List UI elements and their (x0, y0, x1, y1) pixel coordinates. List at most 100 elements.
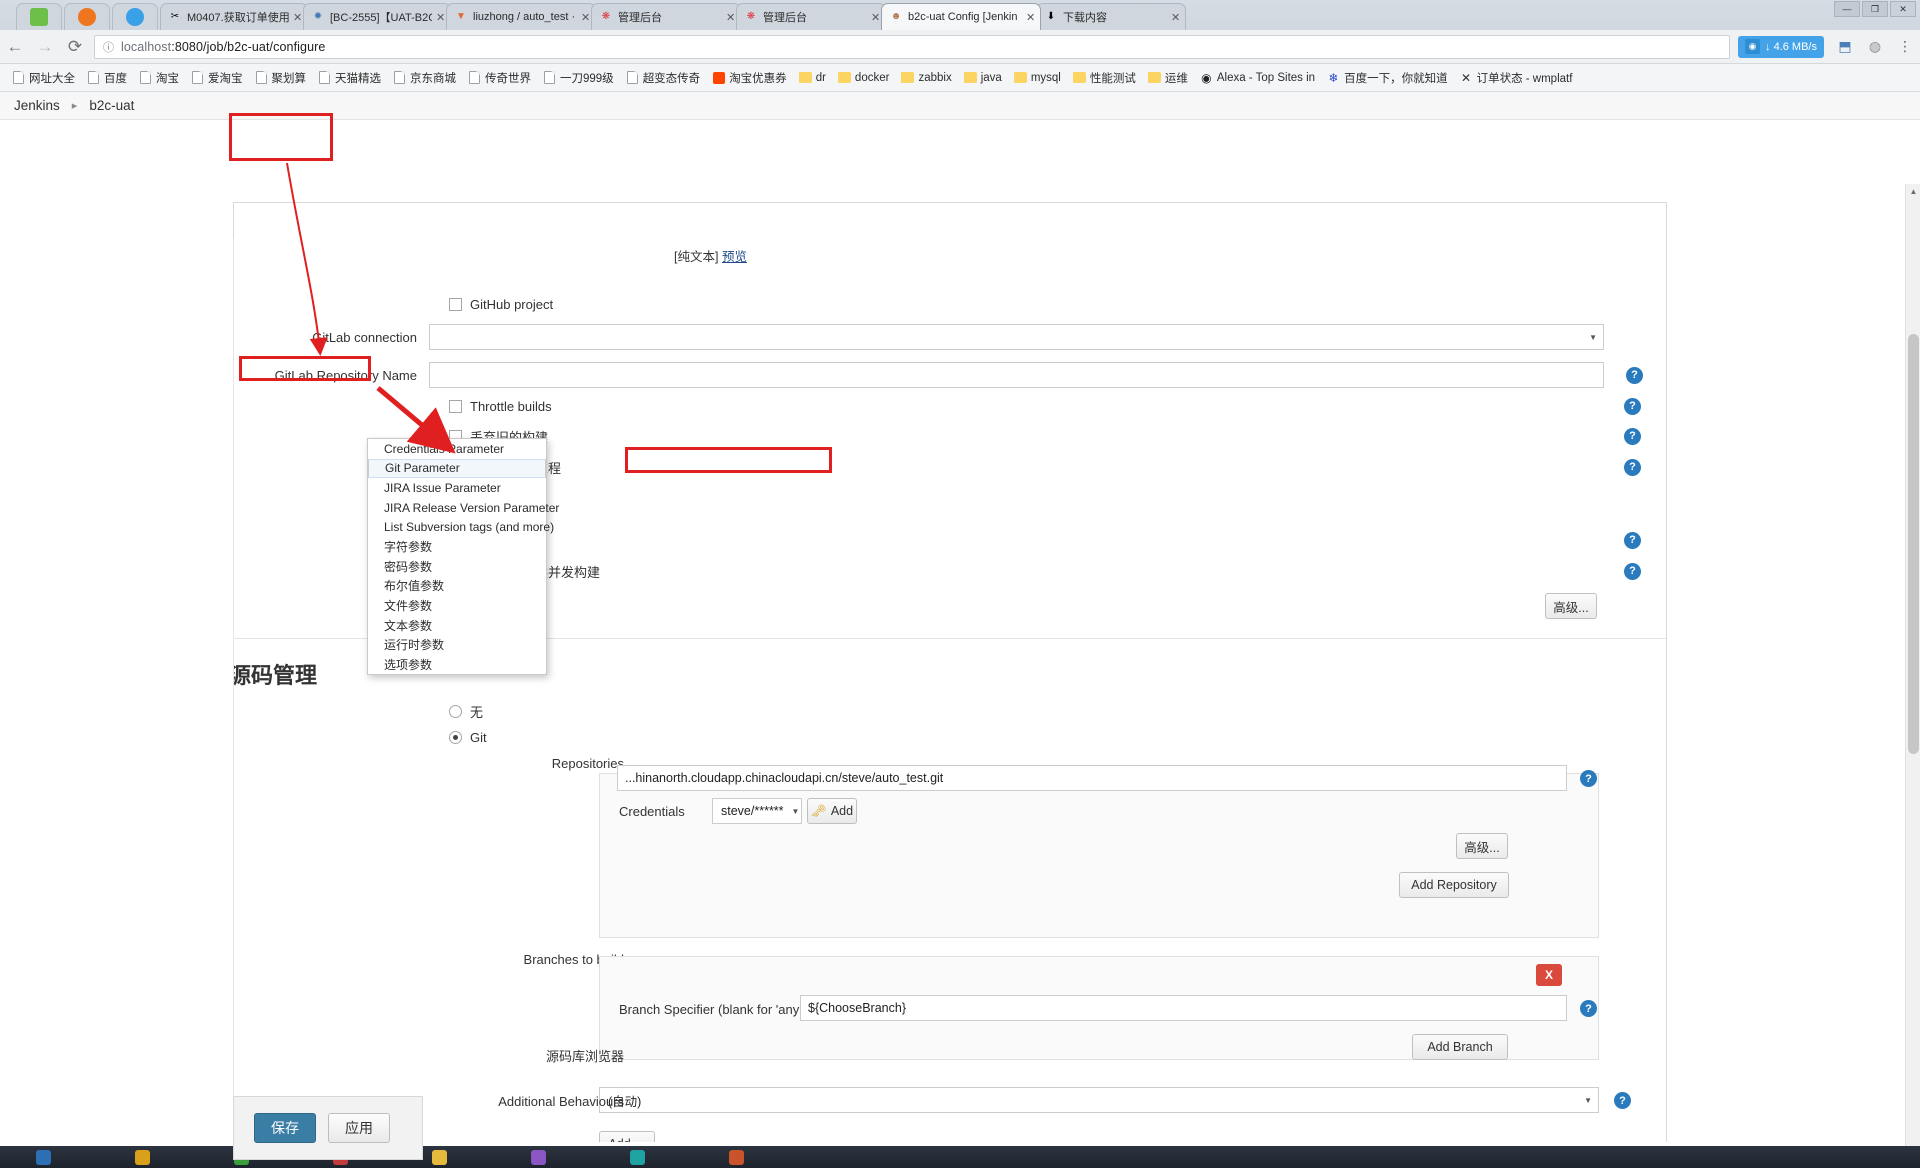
quick-tab-3[interactable] (112, 3, 158, 30)
browser-tab[interactable]: ⬇ 下载内容 ✕ (1036, 3, 1186, 30)
menu-icon[interactable]: ⋮ (1890, 32, 1920, 62)
menu-item-run-parameter[interactable]: 运行时参数 (368, 635, 546, 655)
help-icon[interactable]: ? (1580, 770, 1597, 787)
close-icon[interactable]: ✕ (871, 11, 881, 24)
bookmark-item[interactable]: mysql (1008, 67, 1067, 89)
menu-item-jira-release-version-parameter[interactable]: JIRA Release Version Parameter (368, 498, 559, 518)
repo-url-input[interactable]: ...hinanorth.cloudapp.chinacloudapi.cn/s… (617, 765, 1567, 791)
preview-link[interactable]: 预览 (722, 250, 747, 264)
menu-item-file-parameter[interactable]: 文件参数 (368, 596, 546, 616)
breadcrumb-jenkins[interactable]: Jenkins (14, 98, 60, 113)
download-speed-badge[interactable]: ◉ ↓ 4.6 MB/s (1738, 35, 1824, 58)
credentials-select[interactable]: steve/****** ▼ (712, 798, 802, 824)
branch-specifier-input[interactable]: ${ChooseBranch} (800, 995, 1567, 1021)
bookmark-item[interactable]: 网址大全 (6, 67, 81, 89)
help-icon[interactable]: ? (1624, 562, 1641, 580)
browser-tab[interactable]: ✹ [BC-2555]【UAT-B2C- ✕ (303, 3, 451, 30)
scm-none-radio-row[interactable]: 无 (449, 702, 483, 721)
vertical-scrollbar[interactable]: ▲ ▼ (1905, 184, 1920, 1168)
browser-tab-active[interactable]: ☻ b2c-uat Config [Jenkin ✕ (881, 3, 1041, 30)
menu-item-git-parameter[interactable]: Git Parameter (368, 458, 546, 479)
maximize-button[interactable]: ❐ (1862, 1, 1888, 17)
add-repository-button[interactable]: Add Repository (1399, 872, 1509, 898)
help-icon[interactable]: ? (1624, 397, 1641, 415)
close-icon[interactable]: ✕ (1026, 11, 1036, 24)
browser-tab[interactable]: ✂ M0407.获取订单使用的 ✕ (160, 3, 308, 30)
site-info-icon[interactable]: ⓘ (103, 39, 114, 55)
taskbar-icon[interactable] (531, 1149, 546, 1165)
bookmark-item[interactable]: 淘宝优惠券 (706, 67, 793, 89)
bookmark-item[interactable]: 爱淘宝 (185, 67, 249, 89)
menu-item-jira-issue-parameter[interactable]: JIRA Issue Parameter (368, 478, 546, 498)
repo-advanced-button[interactable]: 高级... (1456, 833, 1508, 859)
taskbar-icon[interactable] (630, 1149, 645, 1165)
close-icon[interactable]: ✕ (436, 11, 446, 24)
menu-item-credentials-parameter[interactable]: Credentials Parameter (368, 439, 546, 459)
breadcrumb-job[interactable]: b2c-uat (89, 98, 134, 113)
bookmark-item[interactable]: 百度 (81, 67, 133, 89)
help-icon[interactable]: ? (1624, 458, 1641, 476)
quick-tab-2[interactable] (64, 3, 110, 30)
repo-browser-select[interactable]: (自动) ▼ (599, 1087, 1599, 1113)
bookmark-item[interactable]: java (958, 67, 1008, 89)
menu-item-password-parameter[interactable]: 密码参数 (368, 557, 546, 577)
close-icon[interactable]: ✕ (581, 11, 591, 24)
bookmark-item[interactable]: 运维 (1142, 67, 1194, 89)
help-icon[interactable]: ? (1626, 366, 1643, 384)
bookmark-item[interactable]: ❄ 百度一下，你就知道 (1321, 67, 1454, 89)
bookmark-item[interactable]: 超变态传奇 (620, 67, 707, 89)
github-project-checkbox-row[interactable]: GitHub project (449, 297, 553, 312)
back-icon[interactable]: ← (0, 32, 30, 62)
gitlab-connection-select[interactable]: ▼ (429, 324, 1604, 350)
menu-item-boolean-parameter[interactable]: 布尔值参数 (368, 576, 546, 596)
bookmark-item[interactable]: zabbix (895, 67, 957, 89)
gitlab-repo-name-input[interactable] (429, 362, 1604, 388)
delete-branch-button[interactable]: X (1536, 964, 1562, 986)
save-button[interactable]: 保存 (254, 1113, 316, 1143)
add-branch-button[interactable]: Add Branch (1412, 1034, 1508, 1060)
apply-button[interactable]: 应用 (328, 1113, 390, 1143)
general-advanced-button[interactable]: 高级... (1545, 593, 1597, 619)
bookmark-item[interactable]: 性能测试 (1067, 67, 1142, 89)
close-icon[interactable]: ✕ (293, 11, 303, 24)
browser-tab[interactable]: ❋ 管理后台 ✕ (736, 3, 886, 30)
bookmark-item[interactable]: ◉ Alexa - Top Sites in (1194, 67, 1321, 89)
add-parameter-menu[interactable]: Credentials Parameter Git Parameter JIRA… (367, 438, 559, 676)
scm-none-radio[interactable] (449, 704, 462, 718)
help-icon[interactable]: ? (1614, 1092, 1631, 1109)
menu-item-text-parameter[interactable]: 文本参数 (368, 615, 546, 635)
profile-icon[interactable]: ◍ (1860, 32, 1890, 62)
scm-git-radio-row[interactable]: Git (449, 730, 487, 745)
help-icon[interactable]: ? (1624, 427, 1641, 445)
credentials-add-button[interactable]: 🗝 Add (807, 798, 857, 824)
bookmark-item[interactable]: 传奇世界 (462, 67, 537, 89)
menu-item-choice-parameter[interactable]: 选项参数 (368, 655, 546, 675)
close-icon[interactable]: ✕ (1171, 11, 1181, 24)
scroll-up-icon[interactable]: ▲ (1906, 184, 1920, 199)
taskbar-icon[interactable] (432, 1149, 447, 1165)
throttle-builds-checkbox-row[interactable]: Throttle builds (449, 399, 552, 414)
reload-icon[interactable]: ⟳ (60, 32, 90, 62)
bookmark-item[interactable]: ✕ 订单状态 - wmplatf (1454, 67, 1579, 89)
help-icon[interactable]: ? (1624, 531, 1641, 549)
taskbar-icon[interactable] (729, 1149, 744, 1165)
quick-tab-1[interactable] (16, 3, 62, 30)
github-project-checkbox[interactable] (449, 297, 462, 311)
help-icon[interactable]: ? (1580, 1000, 1597, 1017)
minimize-button[interactable]: — (1834, 1, 1860, 17)
bookmark-item[interactable]: 一刀999级 (537, 67, 620, 89)
bookmark-item[interactable]: 京东商城 (387, 67, 462, 89)
scrollbar-thumb[interactable] (1908, 334, 1919, 754)
bookmark-item[interactable]: 天猫精选 (312, 67, 387, 89)
taskbar-icon[interactable] (36, 1149, 51, 1165)
address-bar[interactable]: ⓘ localhost:8080/job/b2c-uat/configure (94, 34, 1731, 59)
throttle-builds-checkbox[interactable] (449, 399, 462, 413)
forward-icon[interactable]: → (30, 32, 60, 62)
bookmark-item[interactable]: 淘宝 (133, 67, 185, 89)
browser-tab[interactable]: ▼ liuzhong / auto_test · G ✕ (446, 3, 596, 30)
scm-git-radio[interactable] (449, 730, 462, 744)
bookmark-item[interactable]: dr (793, 67, 832, 89)
close-icon[interactable]: ✕ (726, 11, 736, 24)
additional-behaviours-add-button[interactable]: Add ▼ (599, 1131, 655, 1142)
browser-tab[interactable]: ❋ 管理后台 ✕ (591, 3, 741, 30)
